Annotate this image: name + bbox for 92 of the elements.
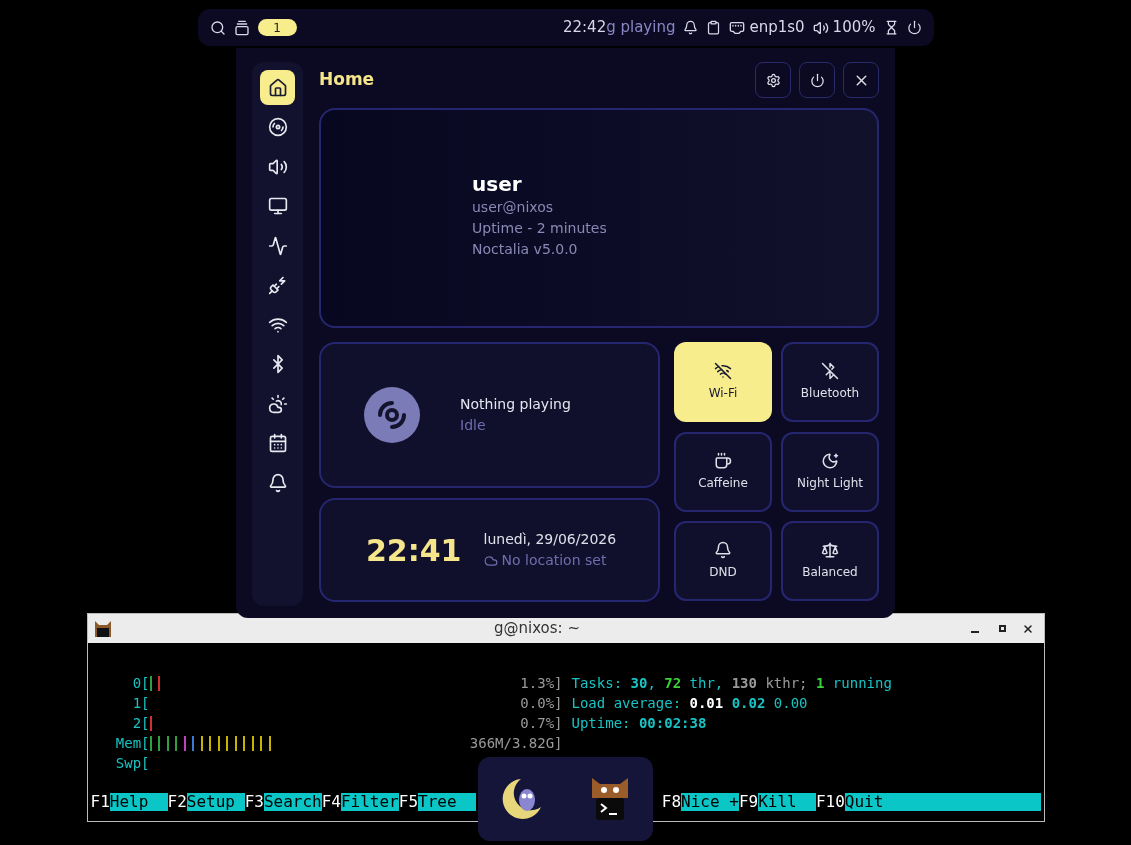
function-key: F8 [661, 793, 682, 811]
info-text: thr, [688, 674, 725, 693]
function-action[interactable]: Kill [758, 793, 816, 811]
meter-value: 0.7%] [520, 714, 563, 733]
location-text: No location set [501, 551, 607, 570]
date-text: lunedì, 29/06/2026 [483, 530, 617, 549]
info-text: 00:02:38 [638, 714, 707, 733]
plug-icon [267, 275, 288, 295]
speaker-icon [267, 156, 288, 177]
info-text: Load average: [571, 694, 683, 713]
close-icon[interactable] [1021, 622, 1034, 635]
function-action[interactable]: Setup [186, 793, 245, 811]
meter-value: 1.3%] [520, 674, 563, 693]
meter-label: Mem[ [114, 734, 150, 753]
toggle-tile[interactable]: Balanced [781, 521, 879, 602]
function-key: F4 [321, 793, 341, 811]
toggle-tile[interactable]: Wi-Fi [674, 342, 772, 422]
function-action[interactable]: Search [263, 793, 322, 811]
power-icon[interactable] [906, 20, 922, 35]
pulse-icon [267, 235, 288, 256]
meter-value: 0.0%] [520, 694, 563, 713]
workspace-pill[interactable]: 1 [257, 19, 297, 36]
info-text: 30 [630, 674, 648, 693]
meter-label: 0[ [131, 674, 150, 693]
media-text[interactable]: g playing [606, 16, 676, 39]
function-key: F10 [815, 793, 845, 811]
home-icon [267, 77, 288, 98]
host-text: user@nixos [472, 198, 554, 217]
settings-button[interactable] [755, 62, 791, 98]
minimize-icon[interactable] [970, 630, 979, 633]
cup-icon [714, 451, 732, 470]
settings-icon [765, 72, 781, 88]
speaker-icon[interactable] [812, 19, 829, 36]
disc-icon [267, 117, 288, 137]
info-text: 130 [731, 674, 757, 693]
sidebar-tab[interactable] [260, 70, 295, 105]
monitor-icon [267, 196, 288, 216]
info-text: running [831, 674, 892, 693]
info-text: 0.02 [730, 694, 766, 713]
toggle-tile[interactable]: Caffeine [674, 431, 772, 512]
info-text: Tasks: [571, 674, 624, 693]
function-key: F2 [167, 793, 187, 811]
info-text: 1 [816, 674, 825, 693]
function-key: F3 [244, 793, 264, 811]
calendar-icon [267, 433, 288, 453]
gallery-icon[interactable] [233, 19, 250, 36]
toggle-tile[interactable]: DND [674, 521, 772, 602]
search-icon[interactable] [209, 19, 226, 36]
toggle-tile[interactable]: Night Light [781, 431, 879, 512]
info-text: kthr; [764, 674, 809, 693]
volume-text[interactable]: 100% [832, 16, 876, 39]
window-title: g@nixos: ~ [493, 618, 581, 640]
version-text: Noctalia v5.0.0 [472, 240, 579, 259]
network-text[interactable]: enp1s0 [749, 16, 805, 39]
bluetooth-off-icon [821, 362, 839, 380]
meter-label: 2[ [131, 714, 150, 733]
scale-icon [821, 541, 839, 560]
cloud-sun-icon [267, 393, 288, 414]
meter-label: Swp[ [114, 754, 150, 773]
power-button[interactable] [799, 62, 835, 98]
panel-title: Home [319, 68, 376, 92]
meter-label: 1[ [131, 694, 150, 713]
bell-icon [714, 541, 732, 560]
clock-time: 22:41 [366, 531, 462, 570]
clipboard-icon[interactable] [706, 20, 722, 35]
function-action[interactable]: Nice + [681, 793, 739, 811]
close-button[interactable] [843, 62, 879, 98]
info-text: Uptime: [571, 714, 632, 733]
function-key: F1 [90, 793, 110, 811]
function-action[interactable]: Filter [340, 793, 399, 811]
info-text: 72 [664, 674, 682, 693]
info-text: 0.00 [772, 694, 808, 713]
cloud-icon [483, 553, 498, 568]
user-name: user [472, 172, 523, 197]
media-title: Nothing playing [460, 395, 571, 414]
media-status: Idle [460, 416, 487, 435]
toggle-tile[interactable]: Bluetooth [781, 342, 879, 422]
meter-value: 366M/3.82G] [469, 734, 563, 753]
function-action[interactable]: Help [109, 793, 168, 811]
ethernet-icon[interactable] [729, 19, 746, 36]
bell-icon[interactable] [683, 20, 699, 35]
disc-icon [364, 387, 420, 443]
info-text: , [647, 674, 657, 693]
power-icon [809, 72, 825, 88]
clock-text: 22:42 [562, 17, 607, 39]
function-action[interactable]: Quit [844, 793, 1041, 811]
uptime-text: Uptime - 2 minutes [472, 219, 608, 238]
bell-icon [267, 472, 288, 493]
maximize-icon[interactable] [998, 625, 1006, 632]
moon-icon [821, 451, 839, 470]
info-text: 0.01 [689, 694, 724, 713]
function-action[interactable]: Tree [418, 793, 476, 811]
